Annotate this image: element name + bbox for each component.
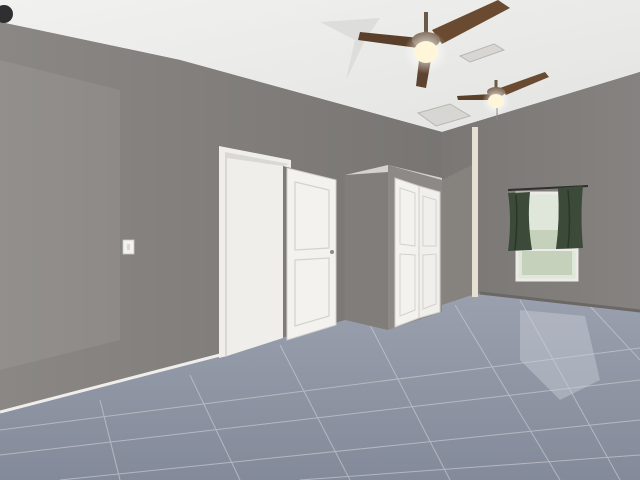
laundry-door-frame	[219, 146, 291, 358]
fan-light-bulb	[414, 41, 438, 63]
door-knob[interactable]	[330, 250, 334, 254]
closet-door-right[interactable]	[418, 185, 441, 319]
wall-light-patch	[0, 60, 120, 370]
light-switch-toggle	[127, 244, 130, 250]
closet-side-wall	[345, 165, 388, 330]
room-illustration	[0, 0, 640, 480]
curtain-left	[508, 192, 532, 251]
closet-alcove	[442, 165, 472, 305]
wall-corner-trim	[472, 127, 478, 297]
fan2-light-bulb	[488, 94, 504, 108]
room-scene	[0, 0, 640, 480]
